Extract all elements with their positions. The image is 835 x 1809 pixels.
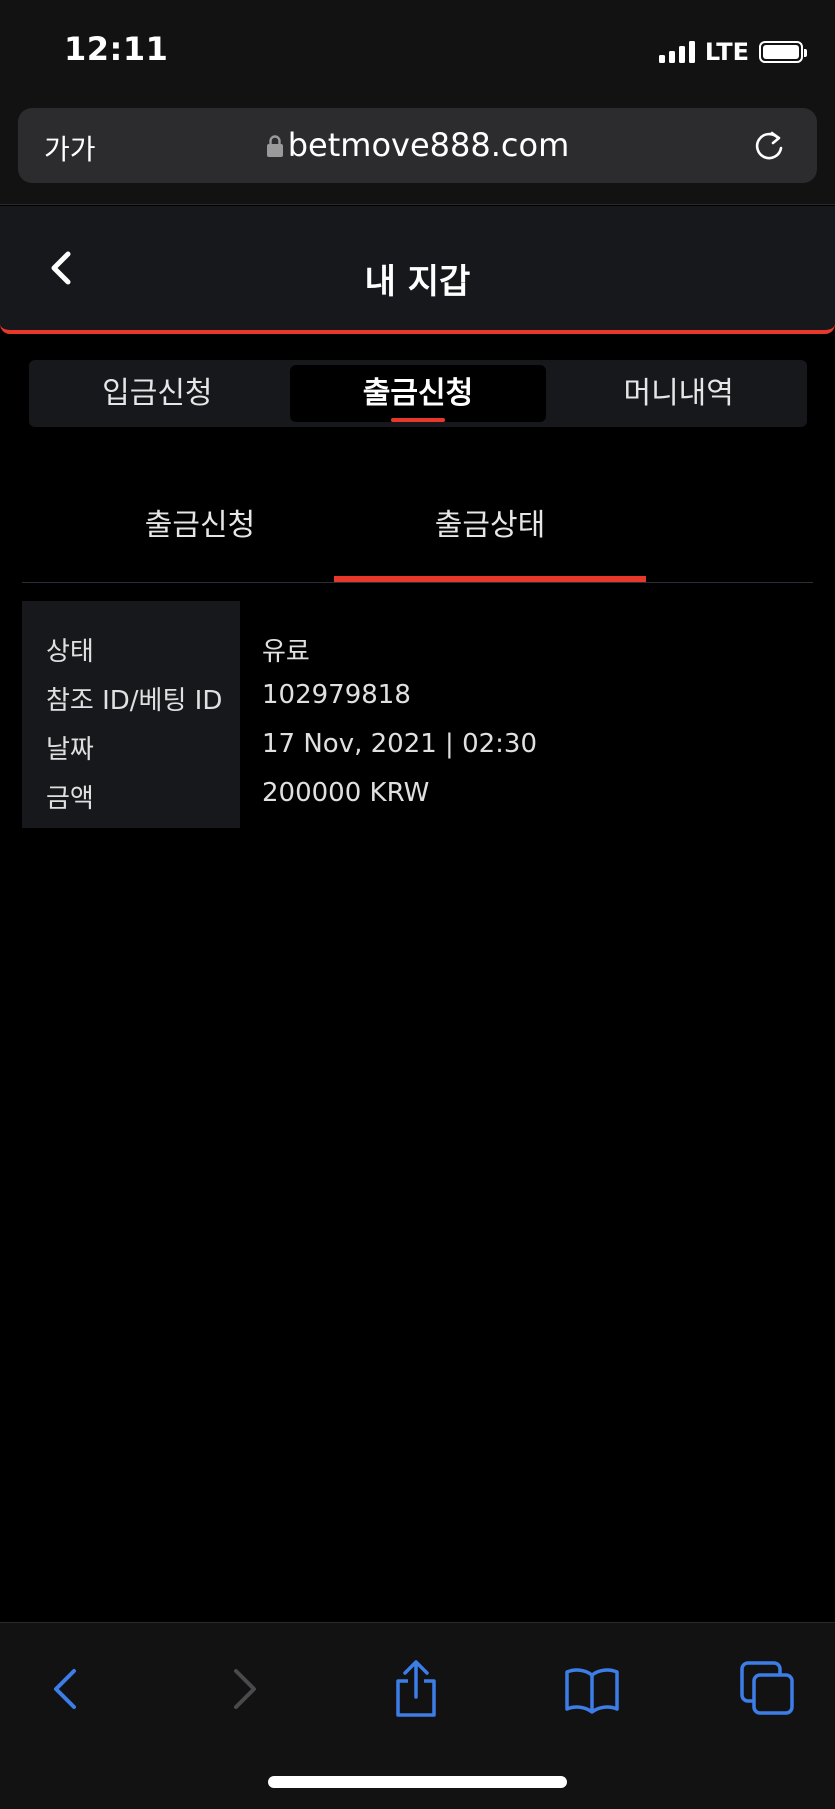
browser-back-icon[interactable]: [36, 1659, 96, 1719]
sub-tabs: 출금신청 출금상태: [22, 480, 813, 583]
browser-address-area: 가가 betmove888.com: [0, 100, 835, 205]
main-tabs: 입금신청 출금신청 머니내역: [29, 360, 807, 427]
page-title: 내 지갑: [364, 262, 471, 302]
browser-forward-icon[interactable]: [214, 1659, 274, 1719]
app-header: 내 지갑: [0, 206, 835, 334]
tabs-icon[interactable]: [738, 1659, 798, 1719]
detail-label: 상태: [46, 637, 94, 667]
share-icon[interactable]: [386, 1659, 446, 1719]
detail-value: 17 Nov, 2021 | 02:30: [262, 729, 538, 759]
detail-label: 날짜: [46, 735, 94, 765]
network-type: LTE: [704, 38, 749, 66]
signal-icon: [658, 41, 695, 63]
detail-row-status: 상태 유료: [22, 621, 813, 670]
tab-money-history[interactable]: 머니내역: [550, 360, 807, 427]
status-bar: 12:11 LTE: [0, 0, 835, 100]
status-time: 12:11: [64, 30, 169, 68]
subtab-withdrawal-status[interactable]: 출금상태: [334, 500, 646, 544]
status-indicators: LTE: [658, 38, 807, 66]
tab-deposit-request[interactable]: 입금신청: [29, 360, 286, 427]
tab-withdrawal-request[interactable]: 출금신청: [289, 365, 547, 422]
battery-icon: [759, 41, 807, 63]
detail-label: 금액: [46, 784, 94, 814]
url-text: betmove888.com: [287, 126, 570, 164]
lock-icon: [266, 135, 283, 157]
reload-icon[interactable]: [751, 128, 787, 164]
active-subtab-indicator: [334, 576, 646, 582]
detail-value: 200000 KRW: [262, 778, 430, 808]
bookmarks-icon[interactable]: [562, 1659, 622, 1719]
home-indicator: [268, 1776, 567, 1788]
detail-value: 102979818: [262, 680, 411, 710]
detail-row-date: 날짜 17 Nov, 2021 | 02:30: [22, 719, 813, 768]
url-display[interactable]: betmove888.com: [18, 126, 817, 164]
detail-row-reference-id: 참조 ID/베팅 ID 102979818: [22, 670, 813, 719]
subtab-withdrawal-request[interactable]: 출금신청: [44, 500, 356, 544]
detail-row-amount: 금액 200000 KRW: [22, 768, 813, 817]
address-bar[interactable]: 가가 betmove888.com: [18, 108, 817, 183]
detail-label: 참조 ID/베팅 ID: [46, 686, 223, 716]
detail-value: 유료: [262, 637, 310, 667]
